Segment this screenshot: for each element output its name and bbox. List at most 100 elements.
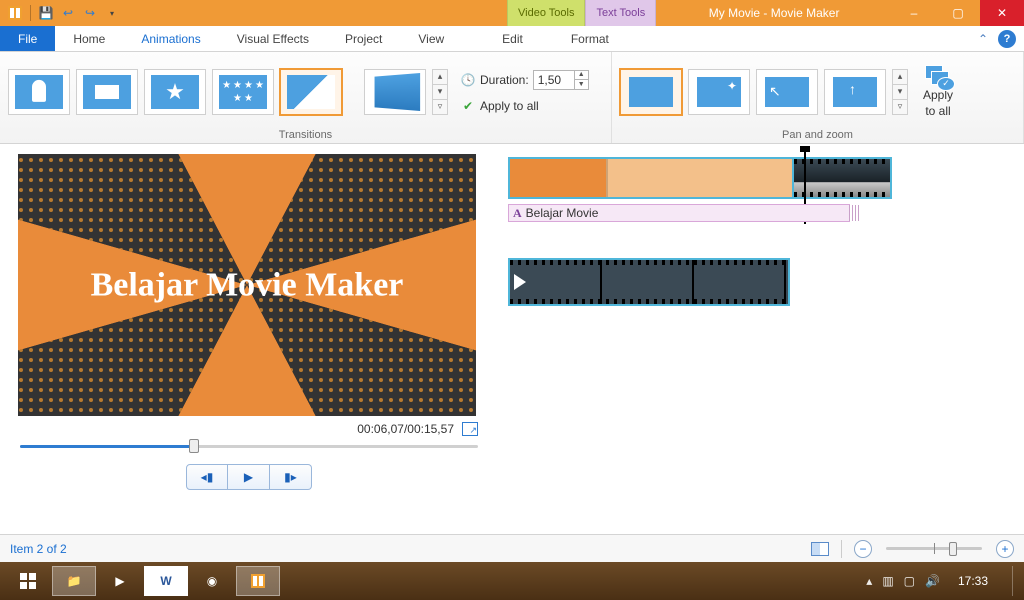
taskbar-chrome[interactable]: ◉ bbox=[190, 566, 234, 596]
zoom-thumb[interactable] bbox=[949, 542, 957, 556]
status-separator bbox=[841, 540, 842, 558]
panzoom-in-left[interactable]: ↖ bbox=[756, 69, 818, 115]
video-track-row bbox=[508, 154, 1012, 202]
duration-row: 🕓 Duration: 1,50 ▲▼ bbox=[460, 70, 589, 90]
taskbar: 📁 ▶ W ◉ ▴ ▥ ▢ 🔊 17:33 bbox=[0, 562, 1024, 600]
tray-action-icon[interactable]: ▥ bbox=[882, 574, 893, 588]
zoom-out-button[interactable]: − bbox=[854, 540, 872, 558]
collapse-ribbon-icon[interactable]: ⌃ bbox=[974, 30, 992, 48]
tab-project[interactable]: Project bbox=[327, 26, 400, 51]
transition-options: 🕓 Duration: 1,50 ▲▼ ✔ Apply to all bbox=[454, 70, 589, 114]
tab-animations[interactable]: Animations bbox=[123, 26, 218, 51]
transition-diagonal[interactable] bbox=[280, 69, 342, 115]
contextual-tab-group: Video Tools Text Tools bbox=[507, 0, 656, 26]
qat-customize-icon[interactable]: ▾ bbox=[103, 4, 121, 22]
status-bar: Item 2 of 2 − + bbox=[0, 534, 1024, 562]
clip-video-1[interactable] bbox=[792, 157, 892, 199]
maximize-button[interactable]: ▢ bbox=[936, 0, 980, 26]
caption-text: Belajar Movie bbox=[526, 206, 599, 220]
caption-a-icon: A bbox=[513, 206, 522, 221]
taskbar-clock[interactable]: 17:33 bbox=[950, 574, 996, 588]
seek-bar[interactable] bbox=[18, 438, 480, 454]
taskbar-media-player[interactable]: ▶ bbox=[98, 566, 142, 596]
show-desktop-button[interactable] bbox=[1012, 566, 1018, 596]
file-tab[interactable]: File bbox=[0, 26, 55, 51]
start-button[interactable] bbox=[6, 566, 50, 596]
seek-thumb[interactable] bbox=[189, 439, 199, 453]
ribbon-tab-strip: File Home Animations Visual Effects Proj… bbox=[0, 26, 1024, 52]
clip-video-2[interactable] bbox=[508, 258, 790, 306]
group-label-panzoom: Pan and zoom bbox=[620, 127, 1015, 141]
zoom-in-button[interactable]: + bbox=[996, 540, 1014, 558]
save-icon[interactable]: 💾 bbox=[37, 4, 55, 22]
apply-to-all-row[interactable]: ✔ Apply to all bbox=[460, 98, 589, 114]
status-item-count: Item 2 of 2 bbox=[10, 542, 67, 556]
apply-to-all-label: Apply to all bbox=[480, 99, 539, 113]
timeline-pane[interactable]: A Belajar Movie bbox=[496, 144, 1024, 534]
caption-track[interactable]: A Belajar Movie bbox=[508, 204, 850, 222]
tray-battery-icon[interactable]: ▢ bbox=[904, 574, 915, 588]
redo-icon[interactable]: ↪ bbox=[81, 4, 99, 22]
context-tab-text-tools[interactable]: Text Tools bbox=[585, 0, 656, 26]
panzoom-content: ↖ ↑ ▴▾▿ ✓ Apply to all bbox=[620, 56, 1015, 127]
clip-title[interactable] bbox=[508, 157, 794, 199]
panzoom-auto[interactable] bbox=[688, 69, 750, 115]
duration-label: Duration: bbox=[480, 73, 529, 87]
system-tray: ▴ ▥ ▢ 🔊 17:33 bbox=[866, 566, 1018, 596]
apply-all-icon: ✔ bbox=[460, 98, 476, 114]
panzoom-apply-all-button[interactable]: ✓ Apply to all bbox=[914, 63, 962, 121]
context-tab-video-tools[interactable]: Video Tools bbox=[507, 0, 585, 26]
transition-flip[interactable] bbox=[364, 69, 426, 115]
preview-monitor[interactable]: Belajar Movie Maker bbox=[18, 154, 476, 416]
seek-fill bbox=[20, 445, 194, 448]
ribbon-body: ★★★★★★ ▴▾▿ 🕓 Duration: 1,50 ▲▼ ✔ Apply t… bbox=[0, 52, 1024, 144]
tab-view[interactable]: View bbox=[400, 26, 462, 51]
panzoom-in-up[interactable]: ↑ bbox=[824, 69, 886, 115]
workspace: Belajar Movie Maker 00:06,07/00:15,57 ◂▮… bbox=[0, 144, 1024, 534]
quick-access-toolbar: 💾 ↩ ↪ ▾ bbox=[0, 0, 127, 26]
duration-spinner[interactable]: ▲▼ bbox=[574, 71, 588, 89]
play-button[interactable]: ▶ bbox=[228, 464, 270, 490]
duration-input[interactable]: 1,50 ▲▼ bbox=[533, 70, 589, 90]
help-icon[interactable]: ? bbox=[998, 30, 1016, 48]
prev-frame-button[interactable]: ◂▮ bbox=[186, 464, 228, 490]
transitions-gallery-expand[interactable]: ▴▾▿ bbox=[432, 69, 448, 115]
tray-up-icon[interactable]: ▴ bbox=[866, 574, 872, 588]
taskbar-word[interactable]: W bbox=[144, 566, 188, 596]
zoom-slider[interactable] bbox=[886, 547, 982, 550]
tab-format[interactable]: Format bbox=[553, 26, 627, 51]
preview-caption: Belajar Movie Maker bbox=[41, 266, 453, 303]
undo-icon[interactable]: ↩ bbox=[59, 4, 77, 22]
tab-visual-effects[interactable]: Visual Effects bbox=[219, 26, 327, 51]
thumbnail-size-icon[interactable] bbox=[811, 542, 829, 556]
transition-stars[interactable]: ★★★★★★ bbox=[212, 69, 274, 115]
transitions-content: ★★★★★★ ▴▾▿ 🕓 Duration: 1,50 ▲▼ ✔ Apply t… bbox=[8, 56, 603, 127]
title-bar: 💾 ↩ ↪ ▾ Video Tools Text Tools My Movie … bbox=[0, 0, 1024, 26]
close-button[interactable]: ✕ bbox=[980, 0, 1024, 26]
ribbon-right-controls: ⌃ ? bbox=[974, 26, 1024, 51]
seek-track[interactable] bbox=[20, 445, 478, 448]
panzoom-none[interactable] bbox=[620, 69, 682, 115]
duration-value: 1,50 bbox=[538, 73, 561, 87]
tab-home[interactable]: Home bbox=[55, 26, 123, 51]
clock-icon: 🕓 bbox=[460, 72, 476, 88]
preview-pane: Belajar Movie Maker 00:06,07/00:15,57 ◂▮… bbox=[0, 144, 496, 534]
video-track-row-2 bbox=[508, 258, 1012, 306]
tray-volume-icon[interactable]: 🔊 bbox=[925, 574, 940, 588]
preview-info-row: 00:06,07/00:15,57 bbox=[18, 416, 480, 438]
panzoom-apply-all-l1: Apply bbox=[923, 89, 953, 102]
minimize-button[interactable]: – bbox=[892, 0, 936, 26]
panzoom-gallery-expand[interactable]: ▴▾▿ bbox=[892, 69, 908, 115]
taskbar-explorer[interactable]: 📁 bbox=[52, 566, 96, 596]
transition-rectangle[interactable] bbox=[76, 69, 138, 115]
panzoom-apply-all-l2: to all bbox=[925, 105, 950, 118]
fullscreen-icon[interactable] bbox=[462, 422, 478, 436]
next-frame-button[interactable]: ▮▸ bbox=[270, 464, 312, 490]
window-controls: – ▢ ✕ bbox=[892, 0, 1024, 26]
taskbar-movie-maker[interactable] bbox=[236, 566, 280, 596]
transition-star[interactable] bbox=[144, 69, 206, 115]
preview-time: 00:06,07/00:15,57 bbox=[357, 422, 454, 436]
tab-edit[interactable]: Edit bbox=[484, 26, 541, 51]
transition-keyhole[interactable] bbox=[8, 69, 70, 115]
app-icon[interactable] bbox=[6, 4, 24, 22]
